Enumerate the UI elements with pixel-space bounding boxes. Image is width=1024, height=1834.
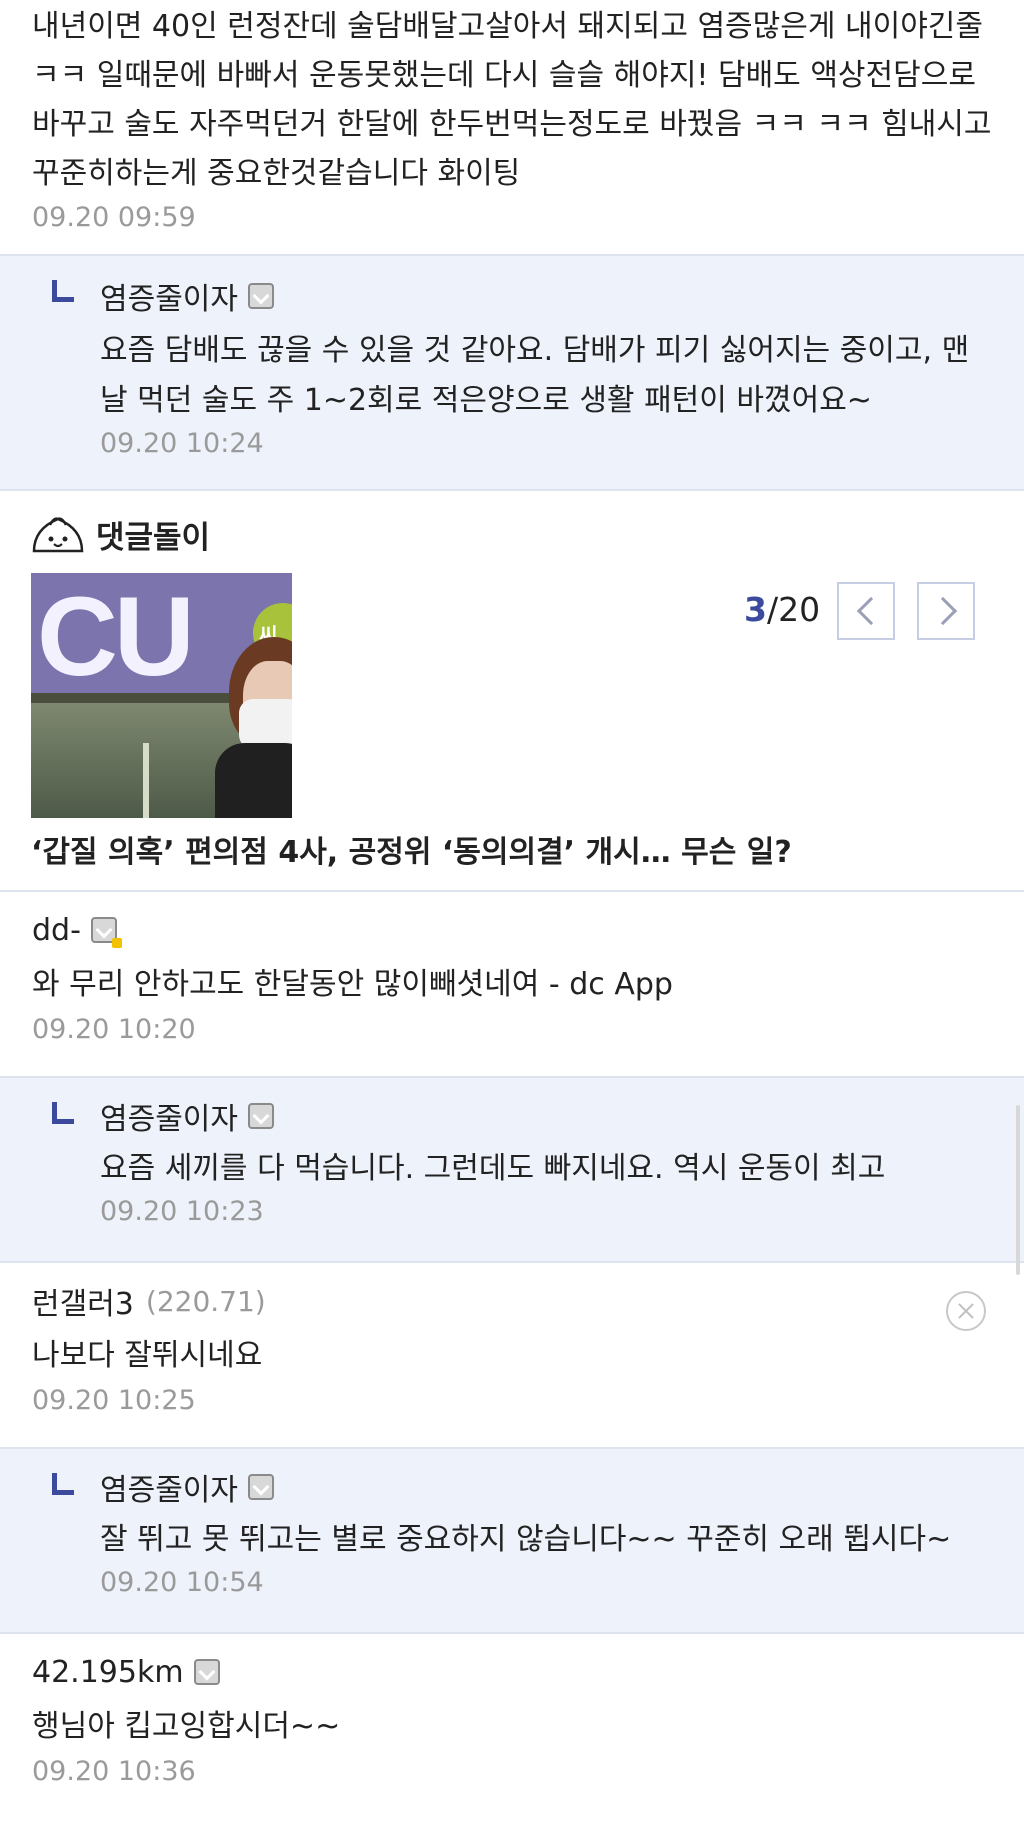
comment-item: 42.195km 행님아 킵고잉합시더~~ 09.20 10:36 [0,1634,1024,1834]
comment-item: dd- 와 무리 안하고도 한달동안 많이빼셧네여 - dc App 09.20… [0,892,1024,1078]
gallog-icon[interactable] [248,1103,274,1129]
scrollbar[interactable] [1016,1105,1020,1275]
comment-text: 와 무리 안하고도 한달동안 많이빼셧네여 - dc App [32,967,673,1002]
comment-time: 09.20 10:25 [32,1385,196,1416]
reply-text: 요즘 담배도 끊을 수 있을 것 같아요. 담배가 피기 싫어지는 중이고, 맨… [100,333,970,418]
author-name[interactable]: 염증줄이자 [100,1465,238,1509]
author-name[interactable]: dd- [32,913,81,948]
author-ip: (220.71) [145,1284,266,1318]
author-name[interactable]: 염증줄이자 [100,1094,238,1138]
reply-arrow-icon [52,1473,74,1495]
pagination: 3/20 [744,581,820,639]
reply-author-row: 염증줄이자 [100,1461,974,1513]
reply-time: 09.20 10:23 [100,1196,264,1227]
gallog-icon[interactable] [248,283,274,309]
comment-text: 행님아 킵고잉합시더~~ [32,1709,341,1744]
author-name[interactable]: 염증줄이자 [100,274,238,318]
dumpling-mascot-icon [32,517,84,553]
gallog-icon[interactable] [248,1474,274,1500]
next-button[interactable] [917,582,975,640]
author-name[interactable]: 42.195km [32,1655,184,1690]
comment-time: 09.20 09:59 [32,202,196,233]
reply-author-row: 염증줄이자 [100,1090,974,1142]
gallog-icon[interactable] [90,917,122,948]
reply-text: 잘 뛰고 못 뛰고는 별로 중요하지 않습니다~~ 꾸준히 오래 뜁시다~ [100,1522,952,1557]
comment-time: 09.20 10:20 [32,1014,196,1045]
reply-arrow-icon [52,1102,74,1124]
comment-time: 09.20 10:36 [32,1756,196,1787]
news-headline[interactable]: ‘갑질 의혹’ 편의점 4사, 공정위 ‘동의의결’ 개시… 무슨 일? [31,831,792,875]
comment-author-row: dd- [32,904,992,956]
comment-author-row: 런갤러3 (220.71) [32,1275,992,1327]
cu-sign-text: CU [37,574,195,699]
reply-author-row: 염증줄이자 [100,270,974,322]
page-current: 3 [744,590,767,629]
reply-item: 염증줄이자 요즘 세끼를 다 먹습니다. 그런데도 빠지네요. 역시 운동이 최… [0,1078,1024,1263]
gallog-icon[interactable] [193,1659,220,1685]
bot-title: 댓글돌이 [30,511,210,557]
reply-time: 09.20 10:24 [100,428,264,459]
news-thumbnail[interactable]: CU 씨유 [31,573,292,818]
reply-item: 염증줄이자 잘 뛰고 못 뛰고는 별로 중요하지 않습니다~~ 꾸준히 오래 뜁… [0,1449,1024,1634]
comment-item: 런갤러3 (220.71) 나보다 잘뛰시네요 09.20 10:25 [0,1263,1024,1449]
author-name[interactable]: 런갤러3 [32,1279,134,1323]
reply-text: 요즘 세끼를 다 먹습니다. 그런데도 빠지네요. 역시 운동이 최고 [100,1151,886,1186]
reply-time: 09.20 10:54 [100,1567,264,1598]
comment-text: 나보다 잘뛰시네요 [32,1338,263,1373]
comment-item: 내년이면 40인 런정잔데 술담배달고살아서 돼지되고 염증많은게 내이야긴줄 … [0,0,1024,256]
delete-comment-button[interactable] [946,1291,986,1331]
prev-button[interactable] [837,582,895,640]
comment-author-row: 42.195km [32,1646,992,1698]
comment-text: 내년이면 40인 런정잔데 술담배달고살아서 돼지되고 염증많은게 내이야긴줄 … [32,9,992,191]
reply-arrow-icon [52,280,74,302]
bot-name: 댓글돌이 [96,519,211,556]
page-total: /20 [766,590,821,629]
comment-bot-block: 댓글돌이 CU 씨유 3/20 ‘갑질 의혹’ 편의점 4사, 공정위 ‘동의의… [0,491,1024,892]
reply-item: 염증줄이자 요즘 담배도 끊을 수 있을 것 같아요. 담배가 피기 싫어지는 … [0,256,1024,491]
